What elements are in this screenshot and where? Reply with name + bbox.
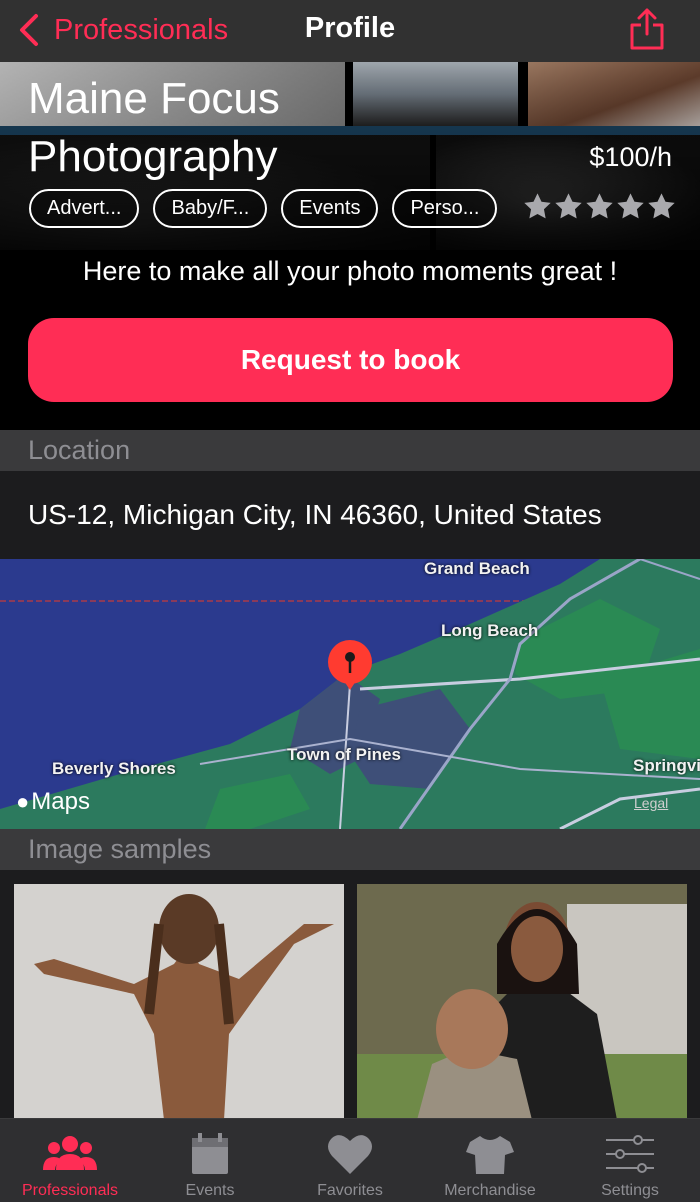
- image-samples: [0, 870, 700, 1120]
- star-icon: [617, 193, 644, 219]
- tab-label: Professionals: [21, 1182, 119, 1199]
- tab-favorites[interactable]: Favorites: [280, 1119, 420, 1202]
- hourly-rate: $100/h: [589, 142, 672, 172]
- heart-icon: [328, 1135, 372, 1174]
- tab-settings[interactable]: Settings: [560, 1119, 700, 1202]
- sample-photo-portrait: [14, 884, 344, 1120]
- legal-link[interactable]: Legal: [634, 795, 668, 811]
- map-label-town-of-pines: Town of Pines: [287, 745, 401, 764]
- people-icon: [43, 1136, 97, 1170]
- tab-label: Settings: [601, 1182, 659, 1199]
- tab-events[interactable]: Events: [140, 1119, 280, 1202]
- category-chip-events[interactable]: Events: [281, 189, 379, 228]
- tab-merchandise[interactable]: Merchandise: [420, 1119, 560, 1202]
- business-name: Maine Focus Photography: [28, 70, 528, 186]
- sample-image[interactable]: [357, 884, 687, 1120]
- maps-logo: ● Maps: [16, 788, 90, 816]
- map-label-long-beach: Long Beach: [441, 621, 539, 640]
- share-icon[interactable]: [628, 7, 666, 51]
- sliders-icon: [606, 1135, 654, 1173]
- tagline: Here to make all your photo moments grea…: [82, 256, 618, 286]
- sample-image[interactable]: [14, 884, 344, 1120]
- star-icon: [524, 193, 551, 219]
- map-tiles: [0, 559, 700, 829]
- star-icon: [555, 193, 582, 219]
- request-to-book-button[interactable]: Request to book: [28, 318, 673, 402]
- nav-bar: Professionals Profile: [0, 0, 700, 62]
- map-label-beverly-shores: Beverly Shores: [52, 759, 176, 778]
- tab-label: Favorites: [317, 1182, 383, 1199]
- category-chip-personal[interactable]: Perso...: [392, 189, 498, 228]
- calendar-icon: [192, 1133, 228, 1174]
- map-pin-icon[interactable]: [326, 640, 374, 692]
- star-icon: [648, 193, 675, 219]
- tab-label: Merchandise: [444, 1182, 536, 1199]
- shirt-icon: [466, 1136, 514, 1174]
- apple-icon: ●: [16, 789, 30, 814]
- business-name-line2: Photography: [28, 132, 278, 181]
- category-chip-baby[interactable]: Baby/F...: [153, 189, 268, 228]
- location-header: Location: [0, 430, 700, 471]
- map-label-grand-beach: Grand Beach: [424, 559, 530, 578]
- sample-photo-couple: [357, 884, 687, 1120]
- category-chip-advertising[interactable]: Advert...: [29, 189, 140, 228]
- location-map[interactable]: Grand Beach Long Beach Beverly Shores To…: [0, 559, 700, 829]
- rating-stars: [522, 191, 677, 222]
- tab-label: Events: [185, 1182, 235, 1199]
- page-title: Profile: [304, 12, 396, 44]
- business-name-line1: Maine Focus: [28, 74, 280, 123]
- star-icon: [586, 193, 613, 219]
- image-samples-header: Image samples: [0, 829, 700, 870]
- tab-professionals[interactable]: Professionals: [0, 1119, 140, 1202]
- tab-bar: Professionals Events Favorites Merchandi…: [0, 1118, 700, 1202]
- maps-provider-label: Maps: [31, 788, 90, 815]
- profile-hero: Maine Focus Photography $100/h Advert...…: [0, 0, 700, 430]
- map-label-springville: Springvi: [633, 756, 700, 775]
- address-text: US-12, Michigan City, IN 46360, United S…: [0, 471, 700, 559]
- category-chips: Advert... Baby/F... Events Perso...: [29, 189, 511, 229]
